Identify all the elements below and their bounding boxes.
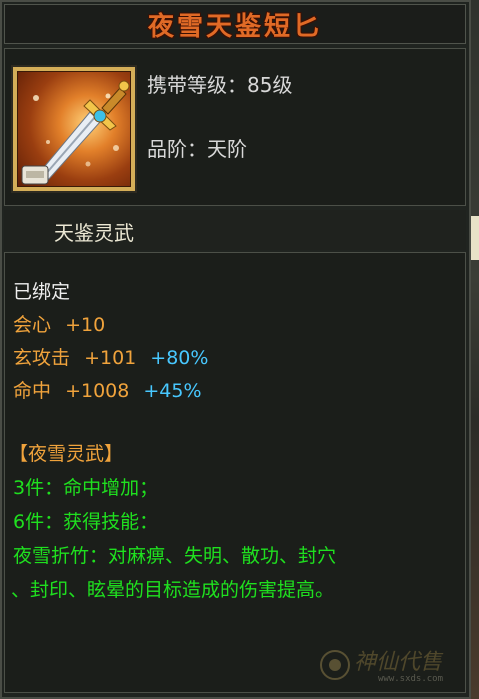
skill-desc-line1: 夜雪折竹：对麻痹、失明、散功、封穴	[13, 545, 337, 567]
stat-bonus: +45%	[143, 380, 202, 402]
title-bar: 夜雪天鉴短匕	[4, 4, 466, 44]
background-edge	[471, 0, 479, 699]
stat-name: 会心	[13, 314, 52, 336]
stat-base: +10	[65, 314, 106, 336]
stat-base: +101	[84, 347, 137, 369]
stat-row: 玄攻击 +101 +80%	[13, 343, 208, 370]
set-title: 【夜雪灵武】	[9, 443, 124, 465]
stat-bonus: +80%	[150, 347, 209, 369]
lingwu-row: 天鉴灵武	[4, 210, 466, 250]
stat-row: 会心 +10	[13, 310, 105, 337]
watermark-text: 神仙代售	[354, 650, 443, 675]
carry-level: 携带等级：85级	[147, 73, 293, 97]
stat-name: 命中	[13, 380, 52, 402]
lingwu-label: 天鉴灵武	[54, 221, 134, 245]
item-icon-frame	[11, 65, 137, 193]
dagger-icon	[17, 71, 131, 187]
stat-row: 命中 +1008 +45%	[13, 376, 202, 403]
item-grade: 品阶：天阶	[147, 137, 247, 161]
background-tab	[471, 216, 479, 260]
skill-desc-line2: 、封印、眩晕的目标造成的伤害提高。	[11, 579, 335, 601]
item-header-panel: 携带等级：85级 品阶：天阶	[4, 48, 466, 206]
set-bonus-3: 3件：命中增加；	[13, 477, 159, 499]
bound-status: 已绑定	[13, 281, 71, 303]
stat-base: +1008	[65, 380, 130, 402]
attributes-panel: 已绑定 会心 +10 玄攻击 +101 +80% 命中 +1008 +45% 【…	[4, 252, 466, 693]
sxds-logo-icon	[320, 650, 350, 680]
stat-name: 玄攻击	[13, 347, 71, 369]
watermark-url: www.sxds.com	[378, 674, 444, 684]
watermark: 神仙代售 www.sxds.com	[318, 642, 464, 692]
set-bonus-6: 6件：获得技能：	[13, 511, 159, 533]
item-name: 夜雪天鉴短匕	[147, 11, 322, 42]
